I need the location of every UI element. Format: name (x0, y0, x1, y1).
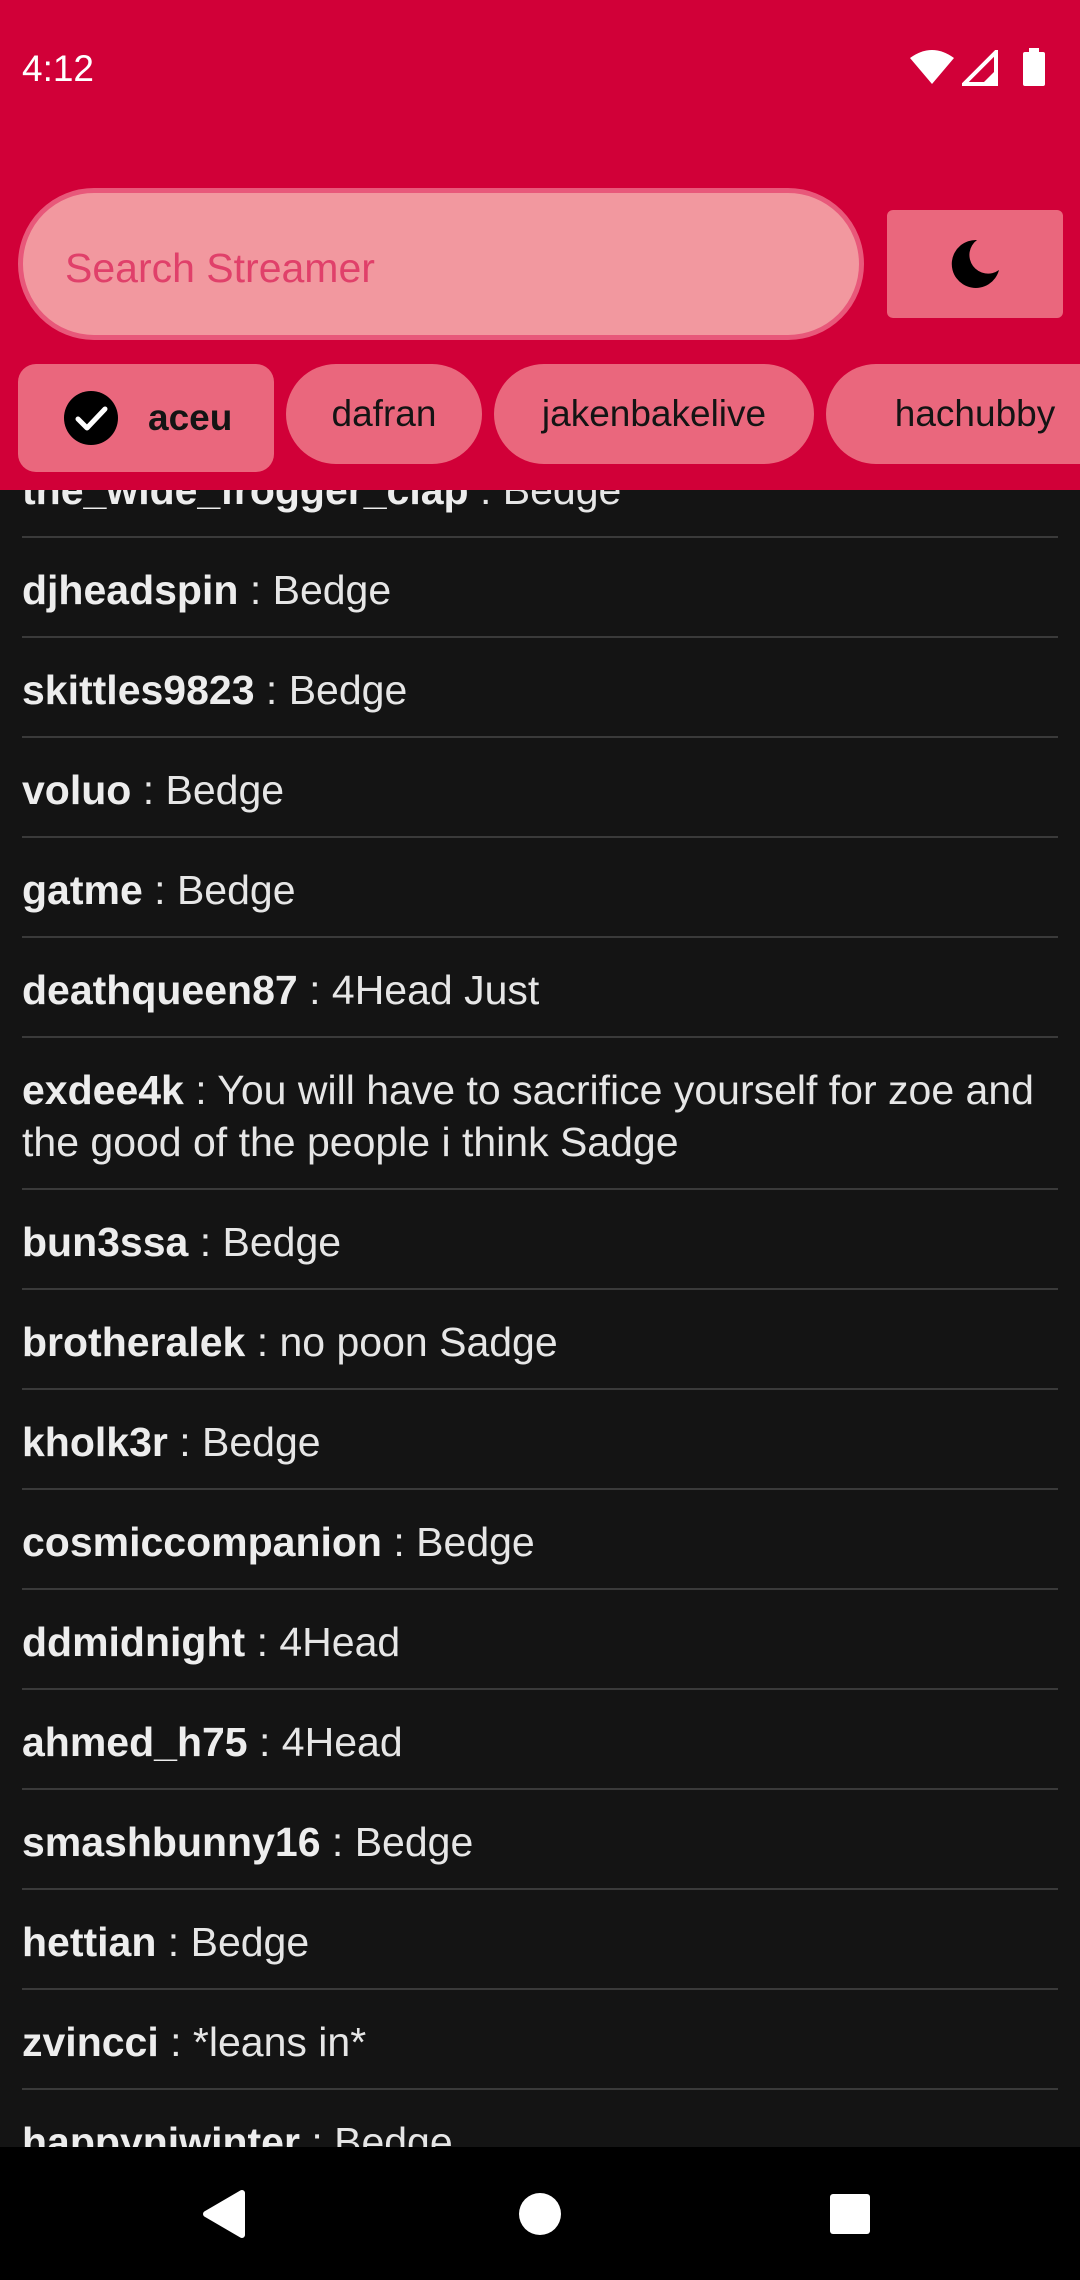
chat-message: ahmed_h75 : 4Head (22, 1690, 1058, 1790)
chip-jakenbakelive[interactable]: jakenbakelive (494, 364, 814, 464)
message-username: gatme (22, 867, 143, 913)
message-username: brotheralek (22, 1319, 246, 1365)
chip-hachubby[interactable]: hachubby (826, 364, 1080, 464)
chat-message: happyniwinter : Bedge (22, 2090, 1058, 2147)
message-separator: : (238, 567, 273, 613)
chat-message: hettian : Bedge (22, 1890, 1058, 1990)
chip-aceu[interactable]: aceu (18, 364, 274, 472)
message-username: ddmidnight (22, 1619, 246, 1665)
status-bar: 4:12 (0, 0, 1080, 140)
chat-message: gatme : Bedge (22, 838, 1058, 938)
battery-icon (1023, 48, 1045, 86)
chat-message: skittles9823 : Bedge (22, 638, 1058, 738)
message-text: Bedge (190, 1919, 310, 1965)
message-separator: : (183, 1067, 218, 1113)
search-input[interactable]: Search Streamer (18, 188, 864, 340)
message-separator: : (320, 1819, 355, 1865)
message-username: cosmiccompanion (22, 1519, 382, 1565)
message-text: 4Head (279, 1619, 401, 1665)
streamer-chips: aceu dafran jakenbakelive hachubby (18, 364, 1080, 474)
message-username: hettian (22, 1919, 157, 1965)
message-separator: : (167, 1419, 203, 1465)
message-text: Bedge (502, 490, 622, 513)
chat-message: smashbunny16 : Bedge (22, 1790, 1058, 1890)
message-username: exdee4k (22, 1067, 184, 1113)
message-username: ahmed_h75 (22, 1719, 248, 1765)
chat-message: brotheralek : no poon Sadge (22, 1290, 1058, 1390)
message-text: Bedge (288, 667, 408, 713)
theme-toggle-button[interactable] (887, 210, 1063, 318)
message-separator: : (299, 2119, 335, 2147)
message-separator: : (468, 490, 503, 513)
back-icon[interactable] (190, 2179, 260, 2249)
message-text: 4Head Just (331, 967, 540, 1013)
message-username: kholk3r (22, 1419, 168, 1465)
message-text: *leans in* (192, 2019, 367, 2065)
message-separator: : (131, 767, 166, 813)
message-separator: : (245, 1619, 280, 1665)
chip-label: jakenbakelive (541, 393, 767, 434)
message-separator: : (142, 867, 177, 913)
search-placeholder: Search Streamer (65, 245, 375, 291)
status-time: 4:12 (22, 48, 95, 89)
message-username: smashbunny16 (22, 1819, 321, 1865)
chat-message: voluo : Bedge (22, 738, 1058, 838)
message-username: skittles9823 (22, 667, 255, 713)
check-icon (64, 391, 118, 445)
message-separator: : (247, 1719, 282, 1765)
wifi-icon (910, 50, 954, 84)
message-separator: : (254, 667, 289, 713)
chat-list[interactable]: the_wide_frogger_clap : Bedge djheadspin … (0, 490, 1080, 2147)
message-separator: : (158, 2019, 193, 2065)
message-text: Bedge (202, 1419, 321, 1465)
message-username: deathqueen87 (22, 967, 298, 1013)
message-separator: : (381, 1519, 417, 1565)
app-header: 4:12 Search Streamer aceu dafran jakenba… (0, 0, 1080, 490)
message-text: Bedge (222, 1219, 342, 1265)
chat-message: deathqueen87 : 4Head Just (22, 938, 1058, 1038)
message-username: the_wide_frogger_clap (22, 490, 469, 513)
chat-messages: the_wide_frogger_clap : Bedge djheadspin … (0, 490, 1080, 2147)
message-text: Bedge (334, 2119, 453, 2147)
message-text: Bedge (416, 1519, 535, 1565)
message-separator: : (156, 1919, 191, 1965)
message-text: Bedge (176, 867, 296, 913)
status-icons (910, 48, 1060, 88)
recents-icon[interactable] (815, 2179, 885, 2249)
message-text: no poon Sadge (279, 1319, 558, 1365)
message-username: happyniwinter (22, 2119, 300, 2147)
message-separator: : (297, 967, 332, 1013)
message-text: Bedge (165, 767, 285, 813)
cell-signal-icon (962, 50, 998, 86)
chip-label: dafran (331, 393, 437, 434)
message-username: voluo (22, 767, 132, 813)
message-username: zvincci (22, 2019, 159, 2065)
home-icon[interactable] (505, 2179, 575, 2249)
chip-dafran[interactable]: dafran (286, 364, 482, 464)
message-username: djheadspin (22, 567, 239, 613)
chat-message: the_wide_frogger_clap : Bedge (22, 490, 1058, 538)
chip-label: aceu (148, 397, 233, 438)
message-separator: : (245, 1319, 280, 1365)
message-text: 4Head (281, 1719, 403, 1765)
chat-message: ddmidnight : 4Head (22, 1590, 1058, 1690)
message-text: Bedge (272, 567, 392, 613)
message-text: Bedge (354, 1819, 474, 1865)
chip-label: hachubby (894, 393, 1056, 434)
chat-message: exdee4k : You will have to sacrifice you… (22, 1038, 1058, 1190)
chat-message: djheadspin : Bedge (22, 538, 1058, 638)
message-separator: : (188, 1219, 223, 1265)
chat-message: cosmiccompanion : Bedge (22, 1490, 1058, 1590)
system-nav-bar (0, 2147, 1080, 2280)
chat-message: bun3ssa : Bedge (22, 1190, 1058, 1290)
moon-icon (951, 239, 999, 288)
message-username: bun3ssa (22, 1219, 189, 1265)
chat-message: kholk3r : Bedge (22, 1390, 1058, 1490)
chat-message: zvincci : *leans in* (22, 1990, 1058, 2090)
